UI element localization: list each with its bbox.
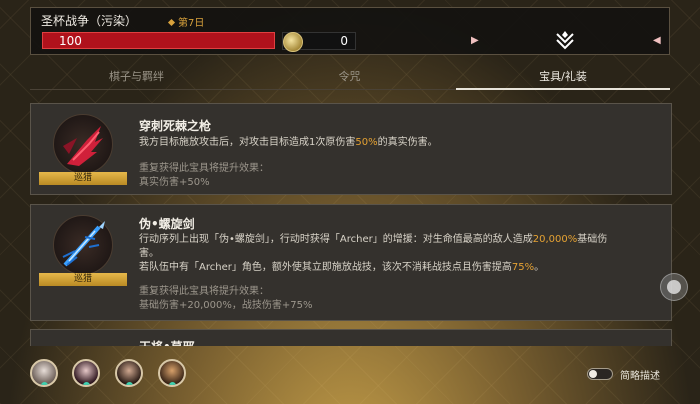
avatar[interactable] (115, 359, 143, 387)
coin-value: 0 (340, 34, 348, 48)
desc-text: 基础伤 (577, 234, 608, 245)
spiral-sword-icon (62, 221, 105, 267)
toggle-label: 简略描述 (620, 371, 660, 382)
upgrade-effect: 真实伤害+50% (139, 177, 210, 188)
desc-text: 害。 (139, 248, 159, 259)
desc-text: 我方目标施放攻击后，对攻击目标造成1次原伤害 (139, 137, 356, 148)
toggle-knob (589, 370, 597, 378)
upgrade-title: 重复获得此宝具将提升效果： (139, 286, 269, 297)
status-pip (41, 382, 48, 385)
item-description: 行动序列上出现「伪•螺旋剑」，行动时获得「Archer」的增援：对生命值最高的敌… (139, 233, 659, 275)
list-item[interactable]: 巡猎 穿刺死棘之枪 我方目标施放攻击后，对攻击目标造成1次原伤害50%的真实伤害… (30, 103, 672, 195)
floating-handle[interactable] (660, 273, 688, 301)
desc-text: 。 (534, 262, 545, 273)
top-status-bar: 圣杯战争（污染） 第7日 100 0 ▶ ◀ (30, 7, 670, 55)
class-badge: 巡猎 (39, 172, 127, 185)
desc-text: 若队伍中有「Archer」角色，额外使其立即施放战技，该次不消耗战技点且伤害提高 (139, 262, 512, 273)
tab-pieces-bonds[interactable]: 棋子与羁绊 (30, 66, 243, 90)
list-item[interactable]: 巡猎 伪•螺旋剑 行动序列上出现「伪•螺旋剑」，行动时获得「Archer」的增援… (30, 204, 672, 321)
upgrade-effect: 基础伤害+20,000%，战技伤害+75% (139, 300, 313, 311)
desc-highlight: 50% (355, 137, 378, 148)
day-counter: 第7日 (167, 14, 205, 29)
upgrade-title: 重复获得此宝具将提升效果： (139, 163, 269, 174)
play-arrow-icon[interactable]: ▶ (471, 35, 479, 46)
currency-display: 0 (282, 32, 356, 52)
status-pip (83, 382, 90, 385)
avatar[interactable] (30, 359, 58, 387)
item-list[interactable]: 巡猎 穿刺死棘之枪 我方目标施放攻击后，对攻击目标造成1次原伤害50%的真实伤害… (30, 98, 672, 346)
category-tabs: 棋子与羁绊 令咒 宝具/礼装 (30, 66, 670, 90)
avatar[interactable] (72, 359, 100, 387)
class-badge: 巡猎 (39, 273, 127, 286)
mode-title: 圣杯战争（污染） (41, 14, 138, 28)
handle-dot (667, 280, 681, 294)
desc-text: 的真实伤害。 (377, 137, 438, 148)
item-art: 巡猎 (39, 110, 127, 188)
status-pip (126, 382, 133, 385)
desc-text: 行动序列上出现「伪•螺旋剑」，行动时获得「Archer」的增援：对生命值最高的敌… (139, 234, 533, 245)
item-name: 干将•莫邪 (139, 338, 195, 346)
item-name: 伪•螺旋剑 (139, 217, 195, 231)
hp-bar: 100 (42, 32, 275, 49)
brief-description-toggle[interactable] (587, 368, 613, 380)
day-label: 第7日 (178, 18, 205, 29)
status-pip (169, 382, 176, 385)
item-art: 巡猎 (39, 211, 127, 289)
coin-icon (283, 32, 303, 52)
diamond-icon (167, 18, 176, 27)
item-name: 穿刺死棘之枪 (139, 119, 212, 133)
desc-highlight: 20,000% (532, 234, 578, 245)
item-description: 我方目标施放攻击后，对攻击目标造成1次原伤害50%的真实伤害。 (139, 136, 659, 150)
red-spear-icon (63, 126, 103, 166)
hp-value: 100 (59, 34, 82, 48)
emblem-icon[interactable] (553, 28, 577, 52)
tab-noble-phantasms[interactable]: 宝具/礼装 (456, 66, 670, 90)
avatar[interactable] (158, 359, 186, 387)
back-arrow-icon[interactable]: ◀ (653, 35, 661, 46)
list-item[interactable]: 干将•莫邪 (30, 329, 672, 346)
tab-command-spells[interactable]: 令咒 (243, 66, 456, 90)
desc-highlight: 75% (511, 262, 535, 273)
